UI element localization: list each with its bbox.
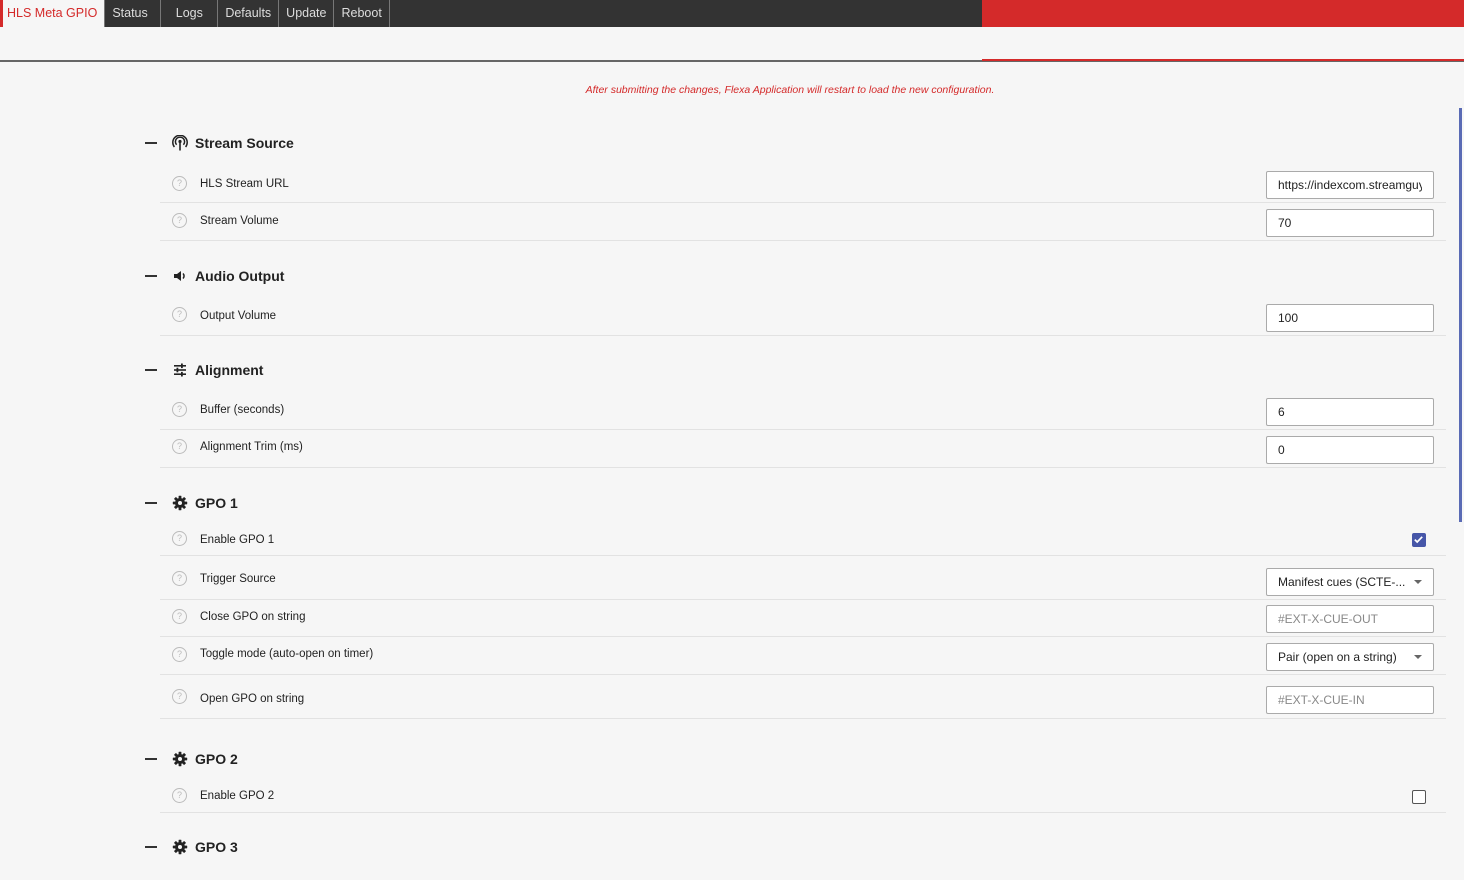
setting-row-alignment-trim: ? Alignment Trim (ms) xyxy=(160,430,1446,468)
stream-volume-input[interactable] xyxy=(1266,209,1434,237)
section-title: Stream Source xyxy=(195,135,294,151)
section-title: GPO 2 xyxy=(195,751,238,767)
section-gpo-2: GPO 2 xyxy=(145,749,238,769)
help-icon[interactable]: ? xyxy=(172,402,187,417)
hls-url-input[interactable] xyxy=(1266,171,1434,199)
help-icon[interactable]: ? xyxy=(172,176,187,191)
toggle-mode-select[interactable]: Pair (open on a string) xyxy=(1266,643,1434,671)
section-title: Audio Output xyxy=(195,268,285,284)
setting-row-enable-gpo-2: ? Enable GPO 2 xyxy=(160,780,1446,813)
sub-header-bar xyxy=(0,27,1464,62)
buffer-input[interactable] xyxy=(1266,398,1434,426)
section-audio-output: Audio Output xyxy=(145,266,284,286)
setting-row-enable-gpo-1: ? Enable GPO 1 xyxy=(160,524,1446,556)
restart-notice: After submitting the changes, Flexa Appl… xyxy=(585,84,995,96)
section-alignment: Alignment xyxy=(145,360,263,380)
collapse-icon[interactable] xyxy=(145,275,157,277)
chevron-down-icon xyxy=(1414,655,1422,659)
setting-label: HLS Stream URL xyxy=(200,178,289,190)
tab-hls-meta-gpio[interactable]: HLS Meta GPIO xyxy=(0,0,106,27)
setting-label: Trigger Source xyxy=(200,573,276,585)
select-value: Manifest cues (SCTE-... xyxy=(1278,575,1406,589)
chevron-down-icon xyxy=(1414,580,1422,584)
help-icon[interactable]: ? xyxy=(172,571,187,586)
help-icon[interactable]: ? xyxy=(172,439,187,454)
collapse-icon[interactable] xyxy=(145,758,157,760)
setting-row-toggle-mode: ? Toggle mode (auto-open on timer) Pair … xyxy=(160,637,1446,675)
nav-accent-block xyxy=(982,0,1464,27)
section-gpo-1: GPO 1 xyxy=(145,493,238,513)
nav-tabs: HLS Meta GPIO Status Logs Defaults Updat… xyxy=(0,0,390,27)
open-gpo-string-input[interactable] xyxy=(1266,686,1434,714)
setting-label: Buffer (seconds) xyxy=(200,404,285,416)
setting-label: Enable GPO 1 xyxy=(200,534,275,546)
tab-update[interactable]: Update xyxy=(279,0,335,27)
close-gpo-string-input[interactable] xyxy=(1266,605,1434,633)
section-title: GPO 1 xyxy=(195,495,238,511)
help-icon[interactable]: ? xyxy=(172,647,187,662)
help-icon[interactable]: ? xyxy=(172,788,187,803)
setting-row-hls-url: ? HLS Stream URL xyxy=(160,166,1446,203)
gear-icon xyxy=(172,751,188,767)
scrollbar-thumb[interactable] xyxy=(1459,108,1462,522)
setting-label: Toggle mode (auto-open on timer) xyxy=(200,648,374,660)
antenna-icon xyxy=(172,135,188,151)
tab-status[interactable]: Status xyxy=(105,0,162,27)
help-icon[interactable]: ? xyxy=(172,609,187,624)
collapse-icon[interactable] xyxy=(145,502,157,504)
tab-defaults[interactable]: Defaults xyxy=(218,0,280,27)
alignment-trim-input[interactable] xyxy=(1266,436,1434,464)
gear-icon xyxy=(172,839,188,855)
setting-label: Close GPO on string xyxy=(200,611,306,623)
help-icon[interactable]: ? xyxy=(172,307,187,322)
enable-gpo-2-checkbox[interactable] xyxy=(1412,790,1426,804)
setting-label: Stream Volume xyxy=(200,215,279,227)
setting-row-open-gpo-string: ? Open GPO on string xyxy=(160,675,1446,719)
help-icon[interactable]: ? xyxy=(172,213,187,228)
setting-label: Open GPO on string xyxy=(200,693,305,705)
collapse-icon[interactable] xyxy=(145,369,157,371)
setting-label: Output Volume xyxy=(200,310,277,322)
help-icon[interactable]: ? xyxy=(172,689,187,704)
tab-logs[interactable]: Logs xyxy=(161,0,219,27)
setting-row-buffer: ? Buffer (seconds) xyxy=(160,392,1446,430)
section-title: Alignment xyxy=(195,362,264,378)
sub-header-accent-line xyxy=(982,59,1464,61)
tab-reboot[interactable]: Reboot xyxy=(334,0,390,27)
setting-label: Alignment Trim (ms) xyxy=(200,441,303,453)
section-stream-source: Stream Source xyxy=(145,133,294,153)
setting-row-stream-volume: ? Stream Volume xyxy=(160,203,1446,241)
speaker-icon xyxy=(172,268,188,284)
trigger-source-select[interactable]: Manifest cues (SCTE-... xyxy=(1266,568,1434,596)
gear-icon xyxy=(172,495,188,511)
select-value: Pair (open on a string) xyxy=(1278,650,1397,664)
collapse-icon[interactable] xyxy=(145,846,157,848)
setting-row-trigger-source: ? Trigger Source Manifest cues (SCTE-... xyxy=(160,556,1446,600)
section-gpo-3: GPO 3 xyxy=(145,837,238,857)
enable-gpo-1-checkbox[interactable] xyxy=(1412,533,1426,547)
help-icon[interactable]: ? xyxy=(172,531,187,546)
setting-row-output-volume: ? Output Volume xyxy=(160,298,1446,336)
setting-row-close-gpo-string: ? Close GPO on string xyxy=(160,600,1446,637)
sliders-icon xyxy=(172,362,188,378)
output-volume-input[interactable] xyxy=(1266,304,1434,332)
collapse-icon[interactable] xyxy=(145,142,157,144)
section-title: GPO 3 xyxy=(195,839,238,855)
setting-label: Enable GPO 2 xyxy=(200,790,275,802)
